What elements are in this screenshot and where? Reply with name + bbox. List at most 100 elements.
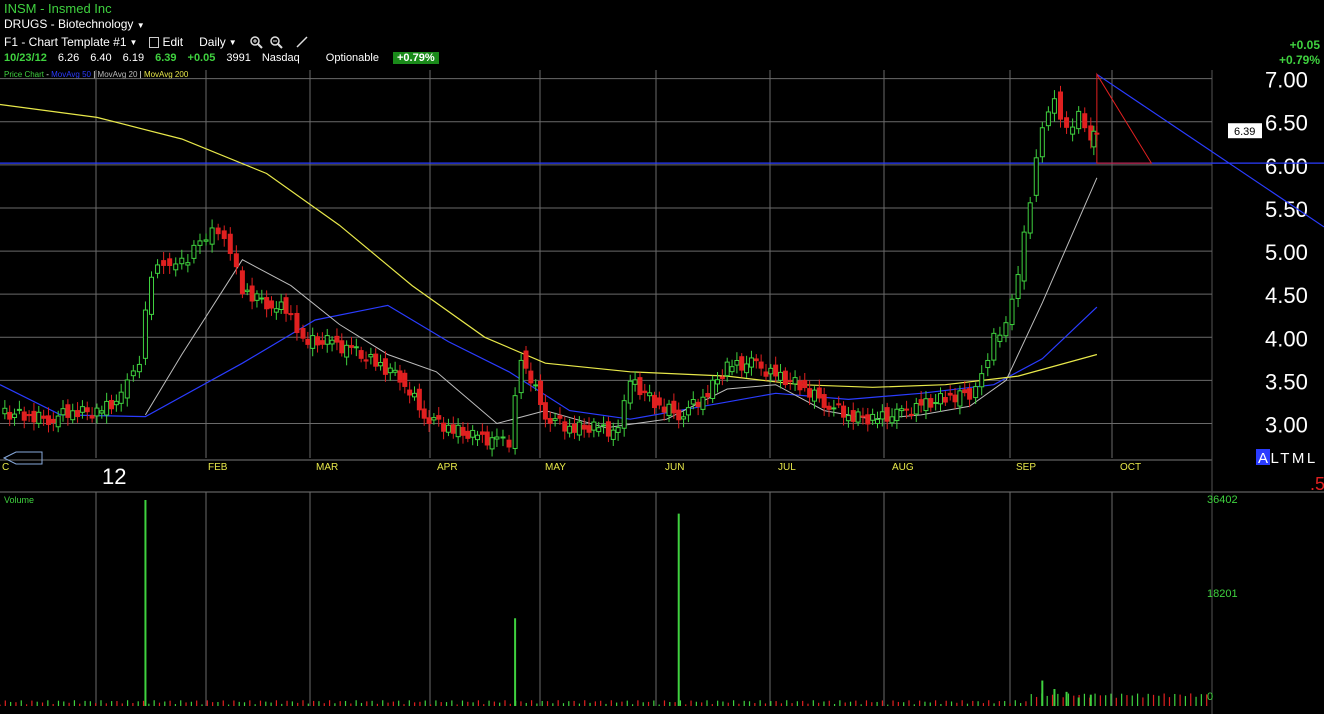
candle-body bbox=[918, 399, 924, 406]
alt-label: ALTML bbox=[1258, 450, 1318, 467]
candle-body bbox=[368, 354, 374, 358]
y-tick-label: 6.00 bbox=[1265, 154, 1308, 179]
candle-body bbox=[973, 386, 979, 399]
candle-body bbox=[1070, 126, 1076, 135]
candle-body bbox=[179, 257, 185, 265]
y-tick-label: 3.00 bbox=[1265, 413, 1308, 438]
resistance-line bbox=[1096, 73, 1324, 228]
candle-body bbox=[651, 394, 657, 409]
candle-body bbox=[363, 359, 369, 362]
candle-body bbox=[79, 406, 85, 413]
candle-body bbox=[773, 364, 779, 377]
candle-body bbox=[661, 406, 667, 413]
x-tick-label: JUN bbox=[665, 462, 684, 473]
candle-body bbox=[173, 263, 179, 271]
candle-body bbox=[506, 439, 512, 448]
candle-body bbox=[136, 363, 142, 373]
year-label: 12 bbox=[102, 464, 126, 489]
candle-body bbox=[65, 404, 71, 418]
volume-tick-label: 36402 bbox=[1207, 494, 1238, 506]
candle-body bbox=[724, 361, 730, 377]
candle-body bbox=[947, 392, 953, 396]
y-tick-label: 4.00 bbox=[1265, 326, 1308, 351]
candle-body bbox=[841, 405, 847, 418]
candle-body bbox=[952, 394, 958, 403]
candle-body bbox=[811, 389, 817, 402]
candle-body bbox=[455, 424, 461, 438]
candle-body bbox=[484, 431, 490, 446]
candle-body bbox=[155, 264, 161, 274]
candle-body bbox=[865, 414, 871, 425]
candle-body bbox=[656, 397, 662, 406]
candle-body bbox=[475, 434, 481, 441]
candle-body bbox=[1058, 91, 1063, 120]
candle-body bbox=[695, 401, 701, 408]
candle-body bbox=[666, 403, 672, 417]
candle-body bbox=[1009, 298, 1015, 326]
candle-body bbox=[358, 350, 364, 359]
candle-body bbox=[647, 392, 653, 397]
candle-body bbox=[465, 430, 471, 439]
candle-body bbox=[632, 379, 638, 385]
candle-body bbox=[470, 429, 476, 438]
candle-body bbox=[1082, 113, 1088, 129]
candle-body bbox=[889, 416, 895, 424]
candle-body bbox=[567, 425, 573, 434]
candle-body bbox=[36, 411, 42, 424]
moving-average-line bbox=[0, 103, 1098, 388]
candle-body bbox=[571, 423, 577, 433]
candle-body bbox=[26, 414, 32, 417]
candle-body bbox=[985, 359, 991, 369]
candle-body bbox=[99, 410, 105, 414]
candle-body bbox=[610, 429, 616, 440]
candle-body bbox=[637, 377, 643, 396]
price-chart[interactable]: 3.00 3.50 4.00 4.50 5.00 5.50 6.00 6.50 7.00 FEB M… bbox=[0, 0, 1324, 714]
candle-body bbox=[460, 426, 466, 436]
candle-body bbox=[967, 388, 973, 400]
candle-body bbox=[621, 400, 627, 429]
candle-body bbox=[392, 369, 398, 373]
candle-body bbox=[142, 309, 148, 359]
candle-body bbox=[421, 408, 427, 419]
x-tick-label: JUL bbox=[778, 462, 796, 473]
candle-body bbox=[855, 411, 861, 423]
candle-body bbox=[787, 380, 793, 383]
candle-body bbox=[562, 421, 568, 432]
candle-body bbox=[254, 293, 260, 301]
candle-body bbox=[294, 312, 300, 334]
x-tick-label: APR bbox=[437, 462, 458, 473]
candle-body bbox=[826, 405, 832, 410]
candle-body bbox=[615, 427, 621, 433]
candle-body bbox=[124, 379, 130, 399]
candle-body bbox=[831, 407, 837, 410]
candle-body bbox=[479, 431, 485, 435]
candle-body bbox=[445, 424, 451, 433]
candle-body bbox=[84, 407, 90, 413]
candle-body bbox=[591, 421, 597, 431]
candle-body bbox=[209, 227, 215, 245]
candle-body bbox=[378, 361, 384, 367]
candle-body bbox=[197, 240, 203, 246]
candle-body bbox=[264, 297, 270, 310]
candle-body bbox=[690, 399, 696, 405]
candle-body bbox=[1021, 231, 1027, 282]
volume-tick-label: 18201 bbox=[1207, 588, 1238, 600]
candle-body bbox=[60, 408, 66, 416]
candle-body bbox=[557, 415, 563, 419]
candle-body bbox=[167, 258, 173, 266]
candle-body bbox=[710, 379, 716, 400]
candle-body bbox=[753, 358, 759, 362]
candle-body bbox=[215, 227, 221, 235]
candle-body bbox=[729, 366, 735, 373]
candle-body bbox=[705, 393, 711, 398]
candle-body bbox=[450, 424, 456, 434]
candle-body bbox=[70, 410, 76, 421]
last-price-tag: 6.39 bbox=[1234, 126, 1255, 138]
volume-label: Volume bbox=[4, 495, 34, 505]
candle-body bbox=[768, 367, 774, 375]
candle-body bbox=[627, 380, 633, 404]
candle-body bbox=[16, 408, 22, 411]
candle-body bbox=[315, 336, 321, 346]
candle-body bbox=[908, 413, 914, 416]
y-tick-label: 4.50 bbox=[1265, 283, 1308, 308]
